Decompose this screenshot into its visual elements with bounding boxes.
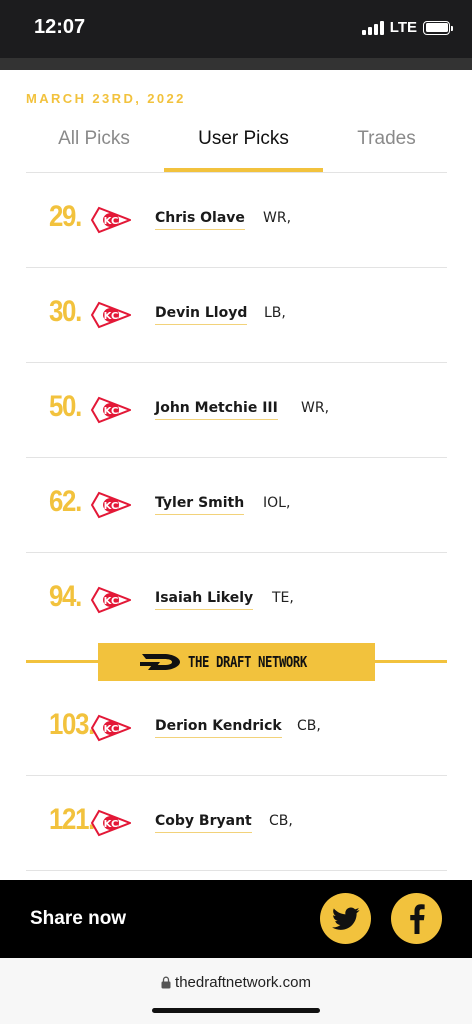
player-name-link[interactable]: Isaiah Likely (155, 589, 254, 610)
chiefs-logo-icon: KC (91, 714, 131, 742)
player-position: CB, (297, 718, 321, 734)
pick-number: 94. (49, 580, 82, 613)
banner-brand-text: THE DRAFT NETWORK (187, 653, 307, 671)
signal-icon (361, 20, 384, 35)
banner-box[interactable]: THE DRAFT NETWORK (98, 643, 375, 681)
pick-row: 30. KC Devin Lloyd LB, (26, 268, 447, 363)
player-name-link[interactable]: Devin Lloyd (155, 304, 248, 325)
status-bar: 12:07 LTE (0, 0, 472, 58)
chiefs-logo-icon: KC (91, 206, 131, 234)
facebook-icon (409, 903, 425, 934)
tab-trades[interactable]: Trades (326, 124, 447, 172)
picks-tabs: All Picks User Picks Trades (26, 124, 447, 172)
chiefs-logo-icon: KC (91, 586, 131, 614)
player-position: CB, (269, 813, 293, 829)
svg-text:KC: KC (104, 819, 119, 830)
home-indicator[interactable] (152, 1008, 320, 1013)
share-label: Share now (30, 908, 127, 929)
picks-list: 29. KC Chris Olave WR, 30. KC Devin Lloy… (26, 173, 447, 648)
svg-text:KC: KC (104, 724, 119, 735)
overlay-edge (0, 58, 472, 70)
svg-text:KC: KC (104, 596, 119, 607)
player-position: WR, (263, 210, 292, 226)
player-name-link[interactable]: John Metchie III (155, 399, 278, 420)
pick-row: 94. KC Isaiah Likely TE, (26, 553, 447, 648)
tab-all-picks[interactable]: All Picks (26, 124, 162, 172)
status-indicators: LTE (361, 19, 453, 36)
url-text: thedraftnetwork.com (175, 974, 311, 991)
player-position: WR, (301, 400, 330, 416)
lock-icon (161, 976, 171, 989)
share-bar: Share now (0, 880, 472, 958)
pick-number: 29. (49, 200, 82, 233)
pick-row: 103. KC Derion Kendrick CB, (26, 681, 447, 776)
svg-text:KC: KC (104, 501, 119, 512)
svg-text:KC: KC (104, 311, 119, 322)
chiefs-logo-icon: KC (91, 809, 131, 837)
pick-number: 121. (49, 803, 95, 836)
pick-number: 50. (49, 390, 82, 423)
battery-icon (423, 20, 453, 35)
url-display[interactable]: thedraftnetwork.com (0, 974, 472, 991)
pick-number: 103. (49, 708, 95, 741)
player-name-link[interactable]: Coby Bryant (155, 812, 252, 833)
player-name-link[interactable]: Derion Kendrick (155, 717, 282, 738)
pick-row: 121. KC Coby Bryant CB, (26, 776, 447, 871)
status-time: 12:07 (34, 16, 86, 38)
svg-text:KC: KC (104, 216, 119, 227)
player-position: IOL, (263, 495, 291, 511)
pick-row: 50. KC John Metchie III WR, (26, 363, 447, 458)
sponsor-banner[interactable]: THE DRAFT NETWORK (26, 643, 447, 681)
draft-date: MARCH 23RD, 2022 (26, 91, 186, 106)
player-name-link[interactable]: Chris Olave (155, 209, 245, 230)
chiefs-logo-icon: KC (91, 301, 131, 329)
player-name-link[interactable]: Tyler Smith (155, 494, 245, 515)
pick-row: 29. KC Chris Olave WR, (26, 173, 447, 268)
twitter-share-button[interactable] (320, 893, 371, 944)
chiefs-logo-icon: KC (91, 396, 131, 424)
svg-text:KC: KC (104, 406, 119, 417)
player-position: TE, (272, 590, 294, 606)
browser-address-bar[interactable]: thedraftnetwork.com (0, 958, 472, 1024)
picks-list-continued: 103. KC Derion Kendrick CB, 121. KC Coby… (26, 681, 447, 871)
network-label: LTE (389, 19, 417, 36)
tab-user-picks[interactable]: User Picks (164, 124, 323, 172)
facebook-share-button[interactable] (391, 893, 442, 944)
twitter-icon (331, 906, 360, 930)
pick-row: 62. KC Tyler Smith IOL, (26, 458, 447, 553)
chiefs-logo-icon: KC (91, 491, 131, 519)
pick-number: 62. (49, 485, 82, 518)
pick-number: 30. (49, 295, 82, 328)
draft-card: MARCH 23RD, 2022 All Picks User Picks Tr… (0, 70, 472, 880)
player-position: LB, (264, 305, 286, 321)
draft-network-logo-icon (139, 654, 180, 670)
